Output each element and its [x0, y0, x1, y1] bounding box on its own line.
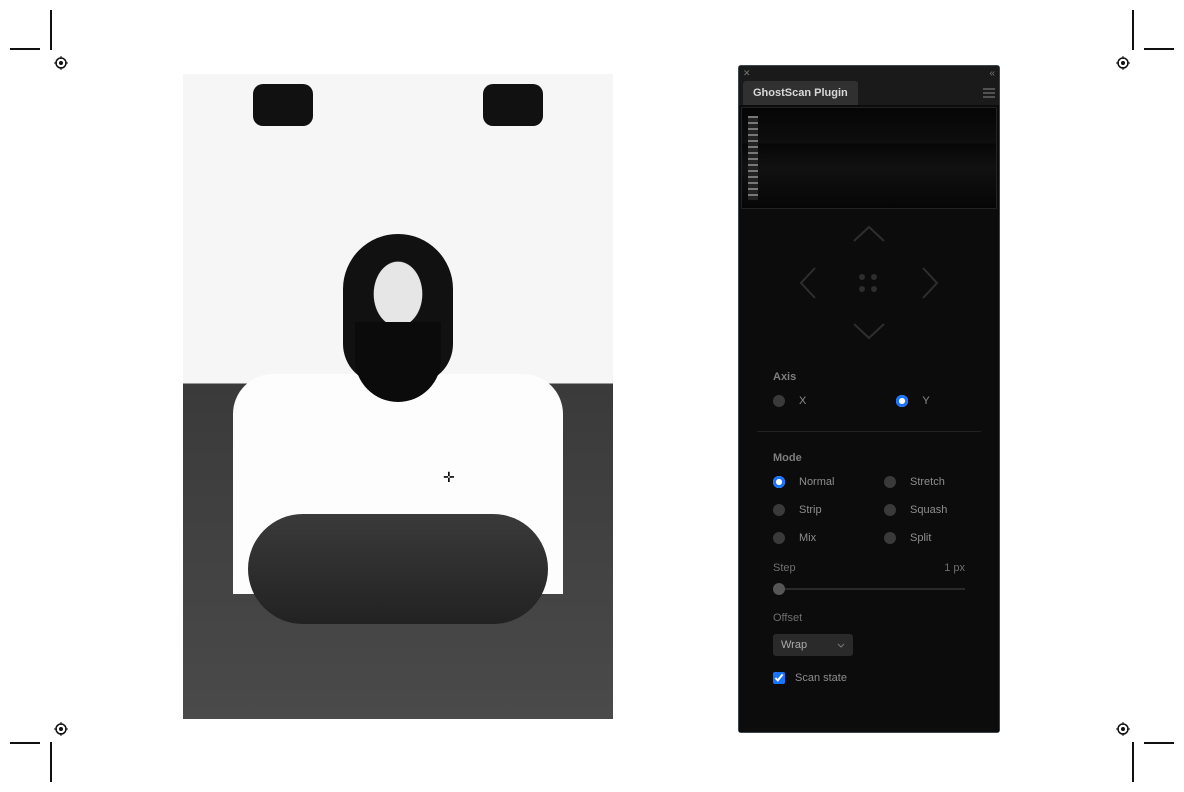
mode-radio-split[interactable]: Split	[884, 532, 965, 544]
plugin-preview	[741, 107, 997, 209]
mode-option-split: Split	[910, 532, 931, 544]
axis-option-x: X	[799, 395, 806, 407]
mode-option-stretch: Stretch	[910, 476, 945, 488]
divider	[757, 431, 981, 432]
preview-image: ✛	[183, 74, 613, 719]
mode-section: Mode Normal Stretch Strip Squash	[739, 440, 999, 554]
dpad	[739, 209, 999, 359]
panel-tab[interactable]: GhostScan Plugin	[743, 81, 858, 105]
panel-title: GhostScan Plugin	[753, 87, 848, 99]
axis-radio-x[interactable]: X	[773, 395, 806, 407]
arrow-right-icon[interactable]	[921, 266, 941, 303]
chevron-down-icon	[837, 639, 845, 651]
axis-option-y: Y	[922, 395, 929, 407]
mode-option-mix: Mix	[799, 532, 816, 544]
arrow-down-icon[interactable]	[852, 322, 886, 345]
axis-section: Axis X Y	[739, 359, 999, 423]
mode-option-normal: Normal	[799, 476, 834, 488]
axis-label: Axis	[773, 371, 965, 383]
ghostscan-panel: ✕ « GhostScan Plugin	[738, 65, 1000, 733]
scan-state-checkbox[interactable]: Scan state	[739, 656, 999, 684]
offset-label: Offset	[773, 612, 965, 624]
mode-radio-squash[interactable]: Squash	[884, 504, 965, 516]
mode-radio-mix[interactable]: Mix	[773, 532, 854, 544]
close-icon[interactable]: ✕	[743, 68, 751, 79]
crosshair-icon: ✛	[443, 469, 457, 483]
registration-mark-tl	[10, 10, 70, 70]
offset-select-value: Wrap	[781, 639, 807, 651]
mode-radio-strip[interactable]: Strip	[773, 504, 854, 516]
registration-mark-tr	[1114, 10, 1174, 70]
scan-state-label: Scan state	[795, 672, 847, 684]
panel-menu-icon[interactable]	[983, 81, 995, 105]
step-label: Step	[773, 562, 796, 574]
step-row: Step 1 px	[739, 562, 999, 574]
collapse-icon[interactable]: «	[989, 68, 995, 79]
mode-option-squash: Squash	[910, 504, 947, 516]
dpad-center-button[interactable]	[859, 274, 879, 294]
mode-label: Mode	[773, 452, 965, 464]
arrow-up-icon[interactable]	[852, 223, 886, 246]
arrow-left-icon[interactable]	[797, 266, 817, 303]
registration-mark-bl	[10, 722, 70, 782]
step-slider[interactable]	[773, 582, 965, 596]
registration-mark-br	[1114, 722, 1174, 782]
offset-select[interactable]: Wrap	[773, 634, 853, 656]
mode-radio-normal[interactable]: Normal	[773, 476, 854, 488]
axis-radio-y[interactable]: Y	[896, 395, 929, 407]
step-value: 1 px	[944, 562, 965, 574]
mode-option-strip: Strip	[799, 504, 822, 516]
mode-radio-stretch[interactable]: Stretch	[884, 476, 965, 488]
